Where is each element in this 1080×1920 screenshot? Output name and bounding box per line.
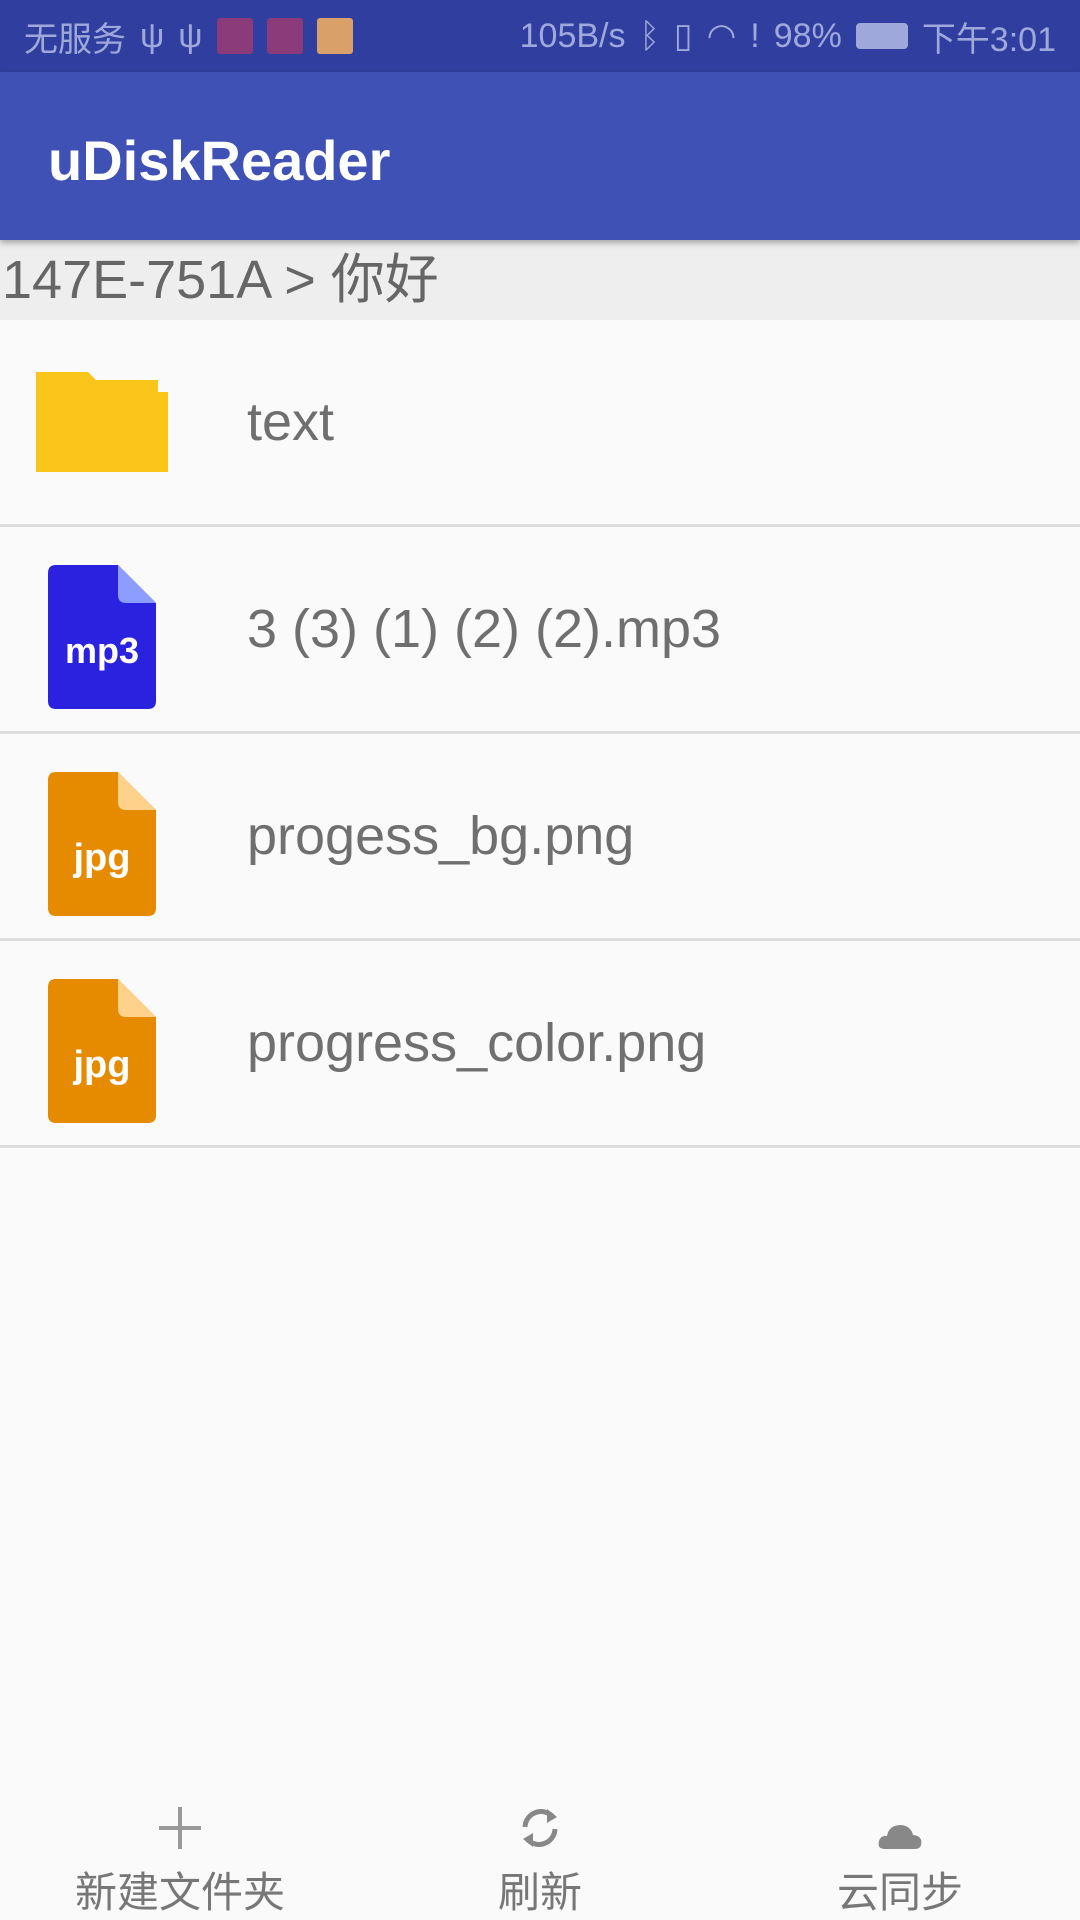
file-row-png[interactable]: jpg progress_color.png [0, 941, 1080, 1148]
status-bar: 无服务 ψ ψ 105B/s ᛒ ▯ ◠ ! 98% 下午3:01 [0, 0, 1080, 72]
mp3-file-icon: mp3 [48, 565, 156, 709]
bluetooth-icon: ᛒ [639, 16, 660, 55]
new-folder-label: 新建文件夹 [74, 1869, 285, 1916]
net-speed: 105B/s [519, 16, 626, 55]
app-bar: uDiskReader [0, 72, 1080, 240]
file-badge: mp3 [65, 630, 139, 671]
image-file-icon: jpg [48, 772, 156, 916]
file-list: text mp3 3 (3) (1) (2) (2).mp3 jpg proge… [0, 320, 1080, 1148]
breadcrumb[interactable]: 147E-751A > 你好 [0, 240, 1080, 320]
wifi-icon: ◠ [706, 17, 737, 55]
refresh-label: 刷新 [497, 1869, 582, 1916]
cloud-sync-label: 云同步 [836, 1869, 963, 1916]
usb-icon: ψ [178, 16, 203, 55]
refresh-icon [522, 1809, 558, 1847]
bottom-bar: 新建文件夹 刷新 云同步 [0, 1770, 1080, 1920]
image-file-icon: jpg [48, 979, 156, 1123]
file-row-png[interactable]: jpg progess_bg.png [0, 734, 1080, 941]
file-name: 3 (3) (1) (2) (2).mp3 [247, 599, 722, 659]
clock: 下午3:01 [921, 20, 1056, 59]
file-name: progress_color.png [247, 1013, 707, 1073]
carrier-text: 无服务 [24, 20, 126, 59]
svg-text:jpg: jpg [73, 1044, 131, 1086]
svg-text:jpg: jpg [73, 837, 131, 879]
plus-icon [159, 1807, 201, 1849]
file-name: progess_bg.png [247, 806, 635, 866]
huawei-icon [266, 18, 303, 54]
battery-alert-icon: ! [750, 16, 760, 55]
new-folder-button[interactable]: 新建文件夹 [0, 1770, 360, 1920]
app-title: uDiskReader [48, 129, 391, 192]
weibo-icon [316, 18, 353, 54]
folder-icon [36, 372, 168, 472]
battery-icon [855, 23, 908, 49]
file-row-mp3[interactable]: mp3 3 (3) (1) (2) (2).mp3 [0, 527, 1080, 734]
cloud-sync-button[interactable]: 云同步 [720, 1770, 1080, 1920]
vibrate-icon: ▯ [673, 17, 693, 55]
huawei-icon [216, 18, 253, 54]
usb-icon: ψ [140, 16, 165, 55]
file-row-folder[interactable]: text [0, 320, 1080, 527]
refresh-button[interactable]: 刷新 [360, 1770, 720, 1920]
battery-percent: 98% [773, 16, 842, 55]
cloud-icon [878, 1825, 922, 1849]
file-name: text [247, 392, 335, 452]
